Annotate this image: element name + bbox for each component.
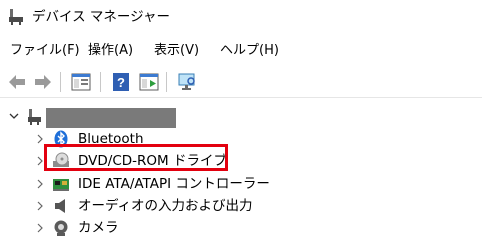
svg-text:?: ?: [117, 75, 125, 90]
menu-file[interactable]: ファイル(F): [10, 42, 80, 60]
forward-arrow-icon[interactable]: [32, 71, 54, 93]
computer-icon: [28, 109, 41, 125]
ide-controller-icon: [53, 179, 69, 191]
device-manager-icon: [9, 9, 23, 25]
menu-view[interactable]: 表示(V): [154, 42, 199, 60]
toolbar-separator: [60, 72, 61, 92]
camera-icon: [54, 220, 68, 236]
toolbar-separator: [100, 72, 101, 92]
tree-item-camera[interactable]: カメラ: [0, 217, 482, 239]
device-tree: Bluetooth DVD/CD-ROM ドライブ IDE ATA/ATAPI …: [0, 99, 482, 243]
expand-chevron-icon[interactable]: [34, 178, 46, 190]
menu-action[interactable]: 操作(A): [88, 42, 133, 60]
collapse-chevron-icon[interactable]: [8, 110, 20, 122]
tree-item-ide-ata-atapi[interactable]: IDE ATA/ATAPI コントローラー: [0, 173, 482, 195]
redacted-computer-name: [46, 108, 176, 128]
tree-item-label: IDE ATA/ATAPI コントローラー: [78, 176, 270, 192]
window-title: デバイス マネージャー: [32, 9, 170, 25]
properties-panel-icon[interactable]: [70, 71, 92, 93]
highlight-annotation-box: [44, 144, 228, 171]
speaker-icon: [55, 199, 65, 213]
tree-item-label: オーディオの入力および出力: [78, 198, 253, 214]
monitor-scan-icon[interactable]: [176, 71, 198, 93]
toolbar-separator: [166, 72, 167, 92]
menu-bar: ファイル(F) 操作(A) 表示(V) ヘルプ(H): [0, 38, 482, 64]
toolbar: ?: [0, 66, 482, 98]
menu-help[interactable]: ヘルプ(H): [220, 42, 279, 60]
expand-chevron-icon[interactable]: [34, 222, 46, 234]
expand-chevron-icon[interactable]: [34, 200, 46, 212]
tree-item-audio-io[interactable]: オーディオの入力および出力: [0, 195, 482, 217]
tree-item-label: カメラ: [78, 220, 119, 236]
run-panel-icon[interactable]: [138, 71, 160, 93]
title-bar: デバイス マネージャー: [0, 0, 482, 34]
help-icon[interactable]: ?: [110, 71, 132, 93]
back-arrow-icon[interactable]: [6, 71, 28, 93]
tree-root-row[interactable]: [0, 105, 482, 128]
